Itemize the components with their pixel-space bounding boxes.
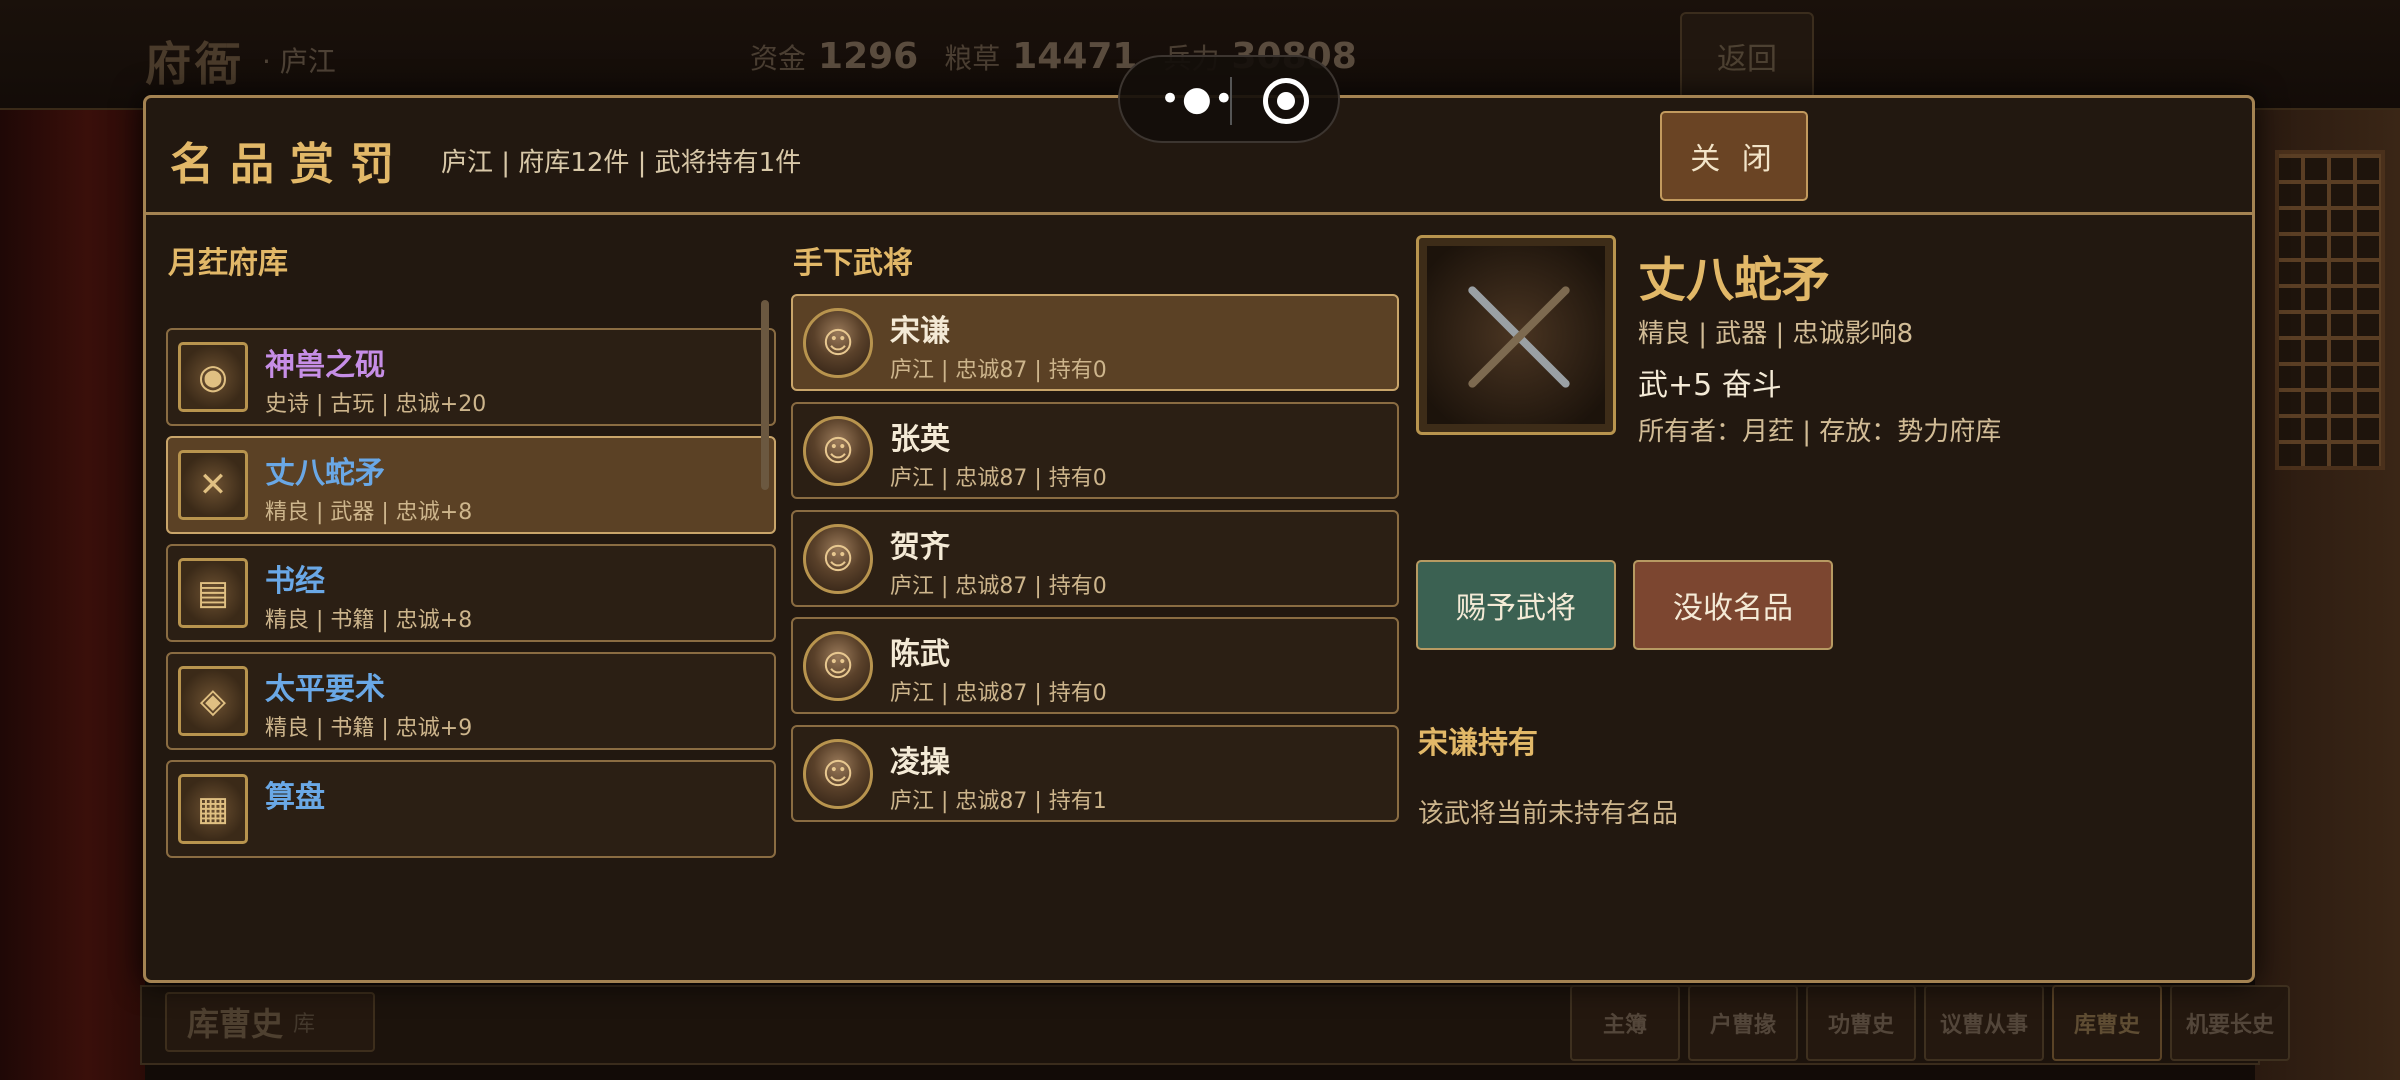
- funds-label: 资金: [750, 42, 807, 75]
- item-name: 算盘: [265, 780, 325, 815]
- office-badge-sub: 库: [293, 1012, 316, 1037]
- page-title: 府衙: [145, 37, 245, 91]
- holding-title: 宋谦持有: [1418, 726, 1538, 761]
- grain-value: 14471: [1012, 36, 1138, 77]
- general-portrait-icon: ☺: [803, 308, 873, 378]
- detail-item-owner: 所有者：月荭 | 存放：势力府库: [1638, 417, 2002, 447]
- general-name: 宋谦: [890, 314, 950, 349]
- close-button[interactable]: 关 闭: [1660, 111, 1808, 201]
- treasury-item[interactable]: ▤ 书经 精良 | 书籍 | 忠诚+8: [166, 544, 776, 642]
- tab-gongcao[interactable]: 功曹史: [1806, 985, 1916, 1061]
- detail-item-info: 精良 | 武器 | 忠诚影响8: [1638, 319, 1914, 349]
- tab-yicao[interactable]: 议曹从事: [1924, 985, 2045, 1061]
- confiscate-item-button[interactable]: 没收名品: [1633, 560, 1833, 650]
- serpent-spear-icon: [1416, 235, 1616, 435]
- office-badge: 库曹史 库: [165, 992, 375, 1052]
- general-meta: 庐江 | 忠诚87 | 持有0: [890, 466, 1107, 491]
- treasury-item[interactable]: ▦ 算盘: [166, 760, 776, 858]
- back-button[interactable]: 返回: [1680, 12, 1814, 100]
- general-item[interactable]: ☺ 陈武 庐江 | 忠诚87 | 持有0: [791, 617, 1399, 714]
- item-name: 神兽之砚: [265, 348, 385, 383]
- left-wall-decor: [0, 110, 145, 1080]
- general-item[interactable]: ☺ 贺齐 庐江 | 忠诚87 | 持有0: [791, 510, 1399, 607]
- general-portrait-icon: ☺: [803, 631, 873, 701]
- tab-hucao[interactable]: 户曹掾: [1688, 985, 1798, 1061]
- modal-title: 名品赏罚: [170, 139, 410, 190]
- general-item-selected[interactable]: ☺ 宋谦 庐江 | 忠诚87 | 持有0: [791, 294, 1399, 391]
- inkstone-icon: ◉: [178, 342, 248, 412]
- detail-item-name: 丈八蛇矛: [1638, 252, 1831, 308]
- general-portrait-icon: ☺: [803, 524, 873, 594]
- general-name: 张英: [890, 422, 950, 457]
- tab-kucao[interactable]: 库曹史: [2052, 985, 2163, 1061]
- general-portrait-icon: ☺: [803, 416, 873, 486]
- item-meta: 史诗 | 古玩 | 忠诚+20: [265, 392, 487, 417]
- miniprogram-capsule: •●•: [1118, 55, 1340, 143]
- more-menu-icon[interactable]: •●•: [1160, 82, 1236, 116]
- general-name: 贺齐: [890, 530, 950, 565]
- item-name: 太平要术: [265, 672, 385, 707]
- modal-summary: 庐江 | 府库12件 | 武将持有1件: [441, 148, 802, 178]
- item-name: 丈八蛇矛: [265, 456, 385, 491]
- general-meta: 庐江 | 忠诚87 | 持有0: [890, 358, 1107, 383]
- item-meta: 精良 | 武器 | 忠诚+8: [265, 500, 473, 525]
- item-meta: 精良 | 书籍 | 忠诚+8: [265, 608, 473, 633]
- general-meta: 庐江 | 忠诚87 | 持有0: [890, 681, 1107, 706]
- tab-zhubu[interactable]: 主簿: [1570, 985, 1680, 1061]
- office-tabs: 主簿 户曹掾 功曹史 议曹从事 库曹史 机要长史: [1570, 985, 2291, 1061]
- generals-list[interactable]: ☺ 宋谦 庐江 | 忠诚87 | 持有0 ☺ 张英 庐江 | 忠诚87 | 持有…: [791, 294, 1401, 886]
- generals-title: 手下武将: [793, 246, 913, 281]
- city-subtitle: · 庐江: [262, 45, 336, 78]
- office-badge-title: 库曹史: [187, 1005, 284, 1043]
- treasury-title: 月荭府库: [168, 246, 288, 281]
- treasury-item-selected[interactable]: ✕ 丈八蛇矛 精良 | 武器 | 忠诚+8: [166, 436, 776, 534]
- general-item[interactable]: ☺ 凌操 庐江 | 忠诚87 | 持有1: [791, 725, 1399, 822]
- lattice-window-decor: [2275, 150, 2385, 470]
- spear-icon: ✕: [178, 450, 248, 520]
- grain-label: 粮草: [944, 42, 1001, 75]
- general-meta: 庐江 | 忠诚87 | 持有0: [890, 574, 1107, 599]
- close-app-icon[interactable]: [1263, 78, 1309, 124]
- scroll-book-icon: ◈: [178, 666, 248, 736]
- treasury-scrollbar[interactable]: [761, 300, 769, 490]
- general-portrait-icon: ☺: [803, 739, 873, 809]
- item-name: 书经: [265, 564, 325, 599]
- abacus-icon: ▦: [178, 774, 248, 844]
- treasure-reward-modal: 名品赏罚 庐江 | 府库12件 | 武将持有1件 关 闭 月荭府库 ◉ 神兽之砚…: [143, 95, 2255, 983]
- item-meta: 精良 | 书籍 | 忠诚+9: [265, 716, 473, 741]
- treasury-item[interactable]: ◈ 太平要术 精良 | 书籍 | 忠诚+9: [166, 652, 776, 750]
- general-name: 陈武: [890, 637, 950, 672]
- grant-to-general-button[interactable]: 赐予武将: [1416, 560, 1616, 650]
- general-item[interactable]: ☺ 张英 庐江 | 忠诚87 | 持有0: [791, 402, 1399, 499]
- detail-item-effect: 武+5 奋斗: [1638, 368, 1782, 403]
- book-icon: ▤: [178, 558, 248, 628]
- general-name: 凌操: [890, 745, 950, 780]
- funds-value: 1296: [818, 36, 919, 77]
- general-meta: 庐江 | 忠诚87 | 持有1: [890, 789, 1107, 814]
- tab-jiyao[interactable]: 机要长史: [2170, 985, 2291, 1061]
- treasury-item[interactable]: ◉ 神兽之砚 史诗 | 古玩 | 忠诚+20: [166, 328, 776, 426]
- holding-empty-text: 该武将当前未持有名品: [1418, 799, 1679, 829]
